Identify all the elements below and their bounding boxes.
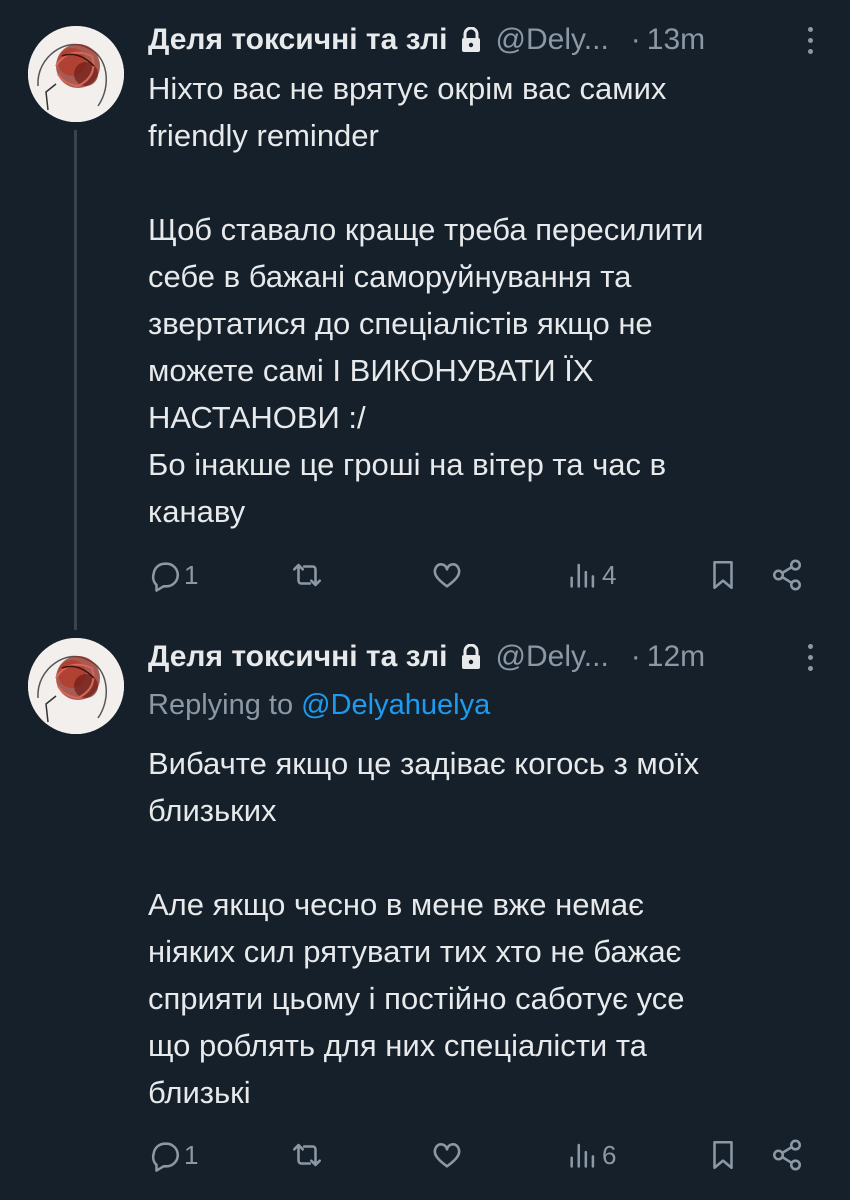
retweet-button[interactable] [290,1138,324,1172]
share-icon [772,1139,802,1171]
tweet-text: Вибачте якщо це задіває когось з моїх бл… [148,740,808,1116]
tweet-line: НАСТАНОВИ :/ [148,400,366,435]
lock-icon [460,27,482,53]
tweet-line: близьких [148,793,277,828]
tweet-line: friendly reminder [148,118,379,153]
retweet-button[interactable] [290,558,324,592]
bookmark-button[interactable] [706,558,740,592]
tweet-line: канаву [148,494,246,529]
like-button[interactable] [430,1138,464,1172]
lock-icon [460,644,482,670]
tweet-line: ніяких сил рятувати тих хто не бажає [148,934,682,969]
reply-icon [151,562,179,592]
tweet-line: Ніхто вас не врятує окрім вас самих [148,71,667,106]
author-name[interactable]: Деля токсичні та злі [148,640,448,674]
tweet-line: Бо інакше це гроші на вітер та час в [148,447,667,482]
like-icon [433,563,461,588]
action-bar: 1 6 [0,1138,850,1178]
reply-button[interactable]: 1 [148,1138,198,1172]
author-handle[interactable]: @Dely... [496,23,609,57]
action-bar: 1 4 [0,558,850,598]
tweet-line: себе в бажані саморуйнування та [148,259,632,294]
tweet-header: Деля токсичні та злі @Dely... · 12m [148,637,705,677]
tweet-line: Щоб ставало краще треба пересилити [148,212,704,247]
avatar[interactable] [28,26,124,122]
separator: · [630,23,641,56]
reply-count: 1 [184,1139,199,1170]
reply-count: 1 [184,559,199,590]
views-icon [570,1143,595,1168]
tweet-line: близькі [148,1075,251,1110]
like-icon [433,1143,461,1168]
like-button[interactable] [430,558,464,592]
avatar-image [28,638,124,734]
tweet-line: Але якщо чесно в мене вже немає [148,887,644,922]
avatar-image [28,26,124,122]
retweet-icon [292,1143,322,1167]
reply-button[interactable]: 1 [148,558,198,592]
reply-icon [151,1142,179,1172]
bookmark-button[interactable] [706,1138,740,1172]
views-button[interactable]: 4 [566,558,616,592]
more-icon[interactable] [800,22,820,58]
share-button[interactable] [770,558,804,592]
replying-to: Replying to @Delyahuelya [148,689,490,722]
tweet-line: що роблять для них спеціалісти та [148,1028,647,1063]
avatar[interactable] [28,638,124,734]
tweet-text: Ніхто вас не врятує окрім вас самих frie… [148,65,808,535]
replying-prefix: Replying to [148,689,302,721]
views-count: 4 [602,559,617,590]
separator: · [630,640,641,673]
timestamp[interactable]: 12m [647,640,705,674]
tweet-header: Деля токсичні та злі @Dely... · 13m [148,20,705,60]
tweet-line: сприяти цьому і постійно саботує усе [148,981,685,1016]
tweet-line: Вибачте якщо це задіває когось з моїх [148,746,700,781]
author-name[interactable]: Деля токсичні та злі [148,23,448,57]
tweet-line: можете самі І ВИКОНУВАТИ ЇХ [148,353,594,388]
views-count: 6 [602,1139,617,1170]
tweet-2[interactable]: Деля токсичні та злі @Dely... · 12m Repl… [0,612,850,1200]
thread-line [74,130,77,630]
replying-to-link[interactable]: @Delyahuelya [301,689,490,721]
bookmark-icon [713,560,733,590]
share-button[interactable] [770,1138,804,1172]
more-icon[interactable] [800,639,820,675]
author-handle[interactable]: @Dely... [496,640,609,674]
tweet-line: звертатися до спеціалістів якщо не [148,306,653,341]
share-icon [772,559,802,591]
views-icon [570,563,595,588]
retweet-icon [292,563,322,587]
timestamp[interactable]: 13m [647,23,705,57]
bookmark-icon [713,1140,733,1170]
tweet-1[interactable]: Деля токсичні та злі @Dely... · 13m Ніхт… [0,0,850,630]
views-button[interactable]: 6 [566,1138,616,1172]
